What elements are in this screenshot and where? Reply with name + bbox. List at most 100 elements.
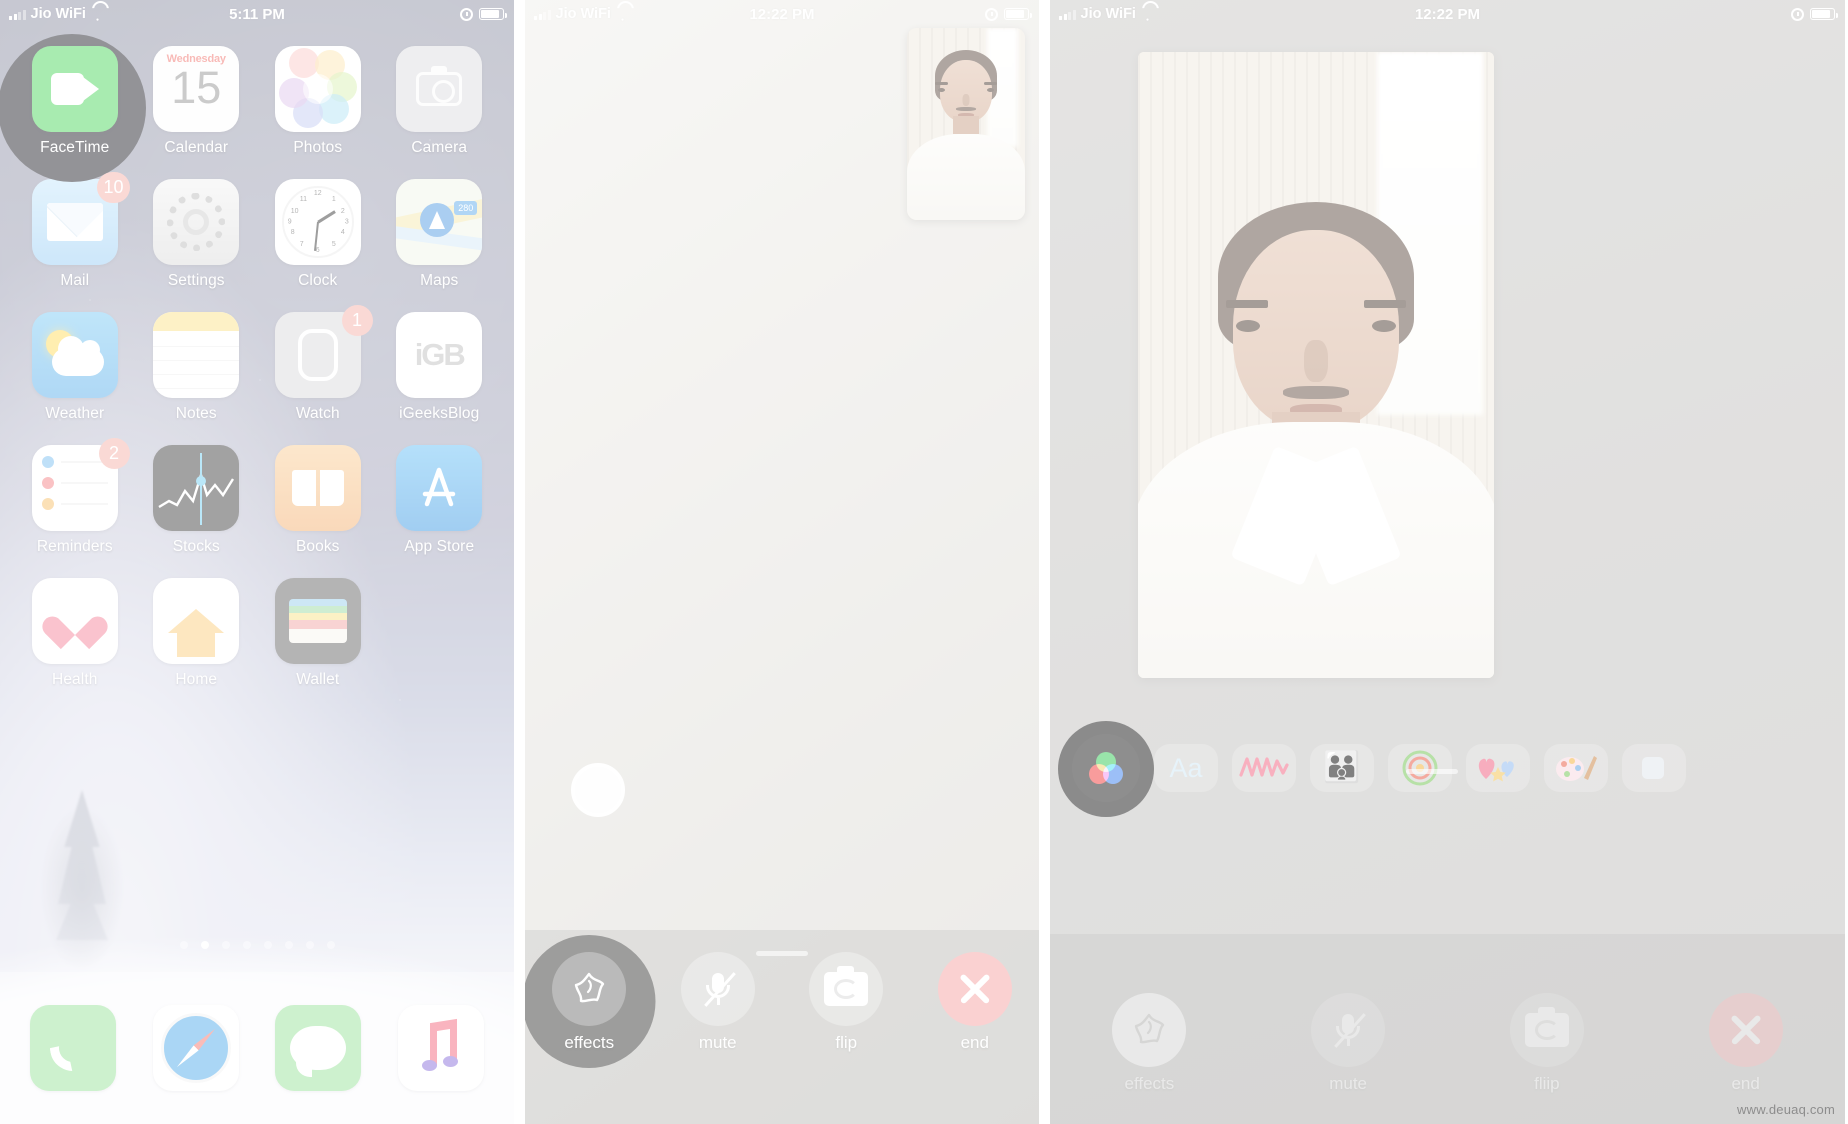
page-dots[interactable] [0,941,514,949]
effects-picker-row: Aa 👪 [1050,721,1845,817]
fx-art[interactable] [1544,744,1608,792]
page-dot[interactable] [242,941,251,949]
app-clock[interactable]: 12 3 6 9 11 1 2 4 5 7 8 10 Clock [257,179,379,290]
page-dot[interactable] [221,941,230,949]
music-note-icon[interactable] [397,1005,484,1091]
fx-filters[interactable] [1072,734,1140,802]
app-reminders[interactable]: 2 Reminders [14,438,136,556]
messages-bubble-icon[interactable] [275,1005,362,1091]
neon-scribble-icon [1239,757,1289,777]
safari-compass-icon[interactable] [152,1005,239,1091]
battery-icon [1004,8,1032,20]
facetime-icon [31,46,118,132]
app-label: App Store [404,538,475,555]
alarm-clock-icon [1791,7,1804,21]
page-dot[interactable] [284,941,293,949]
app-label: FaceTime [40,139,110,156]
control-flip[interactable]: flip [794,952,898,1053]
app-label: iGeeksBlog [399,405,480,422]
app-mail[interactable]: 10 Mail [14,172,136,290]
self-view-large[interactable] [1138,52,1494,678]
app-label: Reminders [36,538,113,555]
target-sticker-icon [1402,750,1438,786]
page-dot[interactable] [305,941,314,949]
control-effects[interactable]: effects [525,935,656,1068]
status-bar-call: Jio WiFi 12:22 PM [525,0,1039,28]
app-health[interactable]: Health [14,578,136,689]
app-label: Camera [411,139,468,156]
app-weather[interactable]: Weather [14,312,136,423]
fx-text[interactable]: Aa [1154,744,1218,792]
status-time: 12:22 PM [749,5,815,23]
igeeksblog-icon: iGB [396,312,483,398]
app-label: Watch [295,405,340,422]
status-badge: 2 [98,438,130,469]
alarm-clock-icon [460,7,473,21]
books-icon [274,445,361,531]
fx-stickers[interactable] [1388,744,1452,792]
clock-icon: 12 3 6 9 11 1 2 4 5 7 8 10 [274,179,361,265]
app-grid: FaceTime Wednesday 15 Calendar Photos Ca… [0,34,514,689]
fx-emoji[interactable] [1466,744,1530,792]
alarm-clock-icon [985,7,998,21]
effects-control-tray [1050,934,1845,1124]
battery-icon [1810,8,1838,20]
panel-facetime-call: Jio WiFi 12:22 PM [525,0,1039,1124]
settings-gear-icon [153,179,240,265]
control-label: effects [564,1033,615,1052]
page-dot[interactable] [326,941,335,949]
app-label: Books [295,538,340,555]
control-end-call[interactable]: end [923,952,1027,1053]
maps-road-label: 280 [454,201,478,215]
stocks-chart [158,453,235,525]
app-label: Mail [60,272,90,289]
camera-icon [396,46,483,132]
app-settings[interactable]: Settings [136,179,258,290]
panel-divider [514,0,525,1124]
app-maps[interactable]: 280 Maps [379,179,501,290]
app-facetime[interactable]: FaceTime [0,34,146,182]
rgb-filters-icon [1089,752,1123,784]
memoji-faces-icon: 👪 [1323,751,1361,784]
app-label: Calendar [164,139,229,156]
stocks-icon [153,445,240,531]
shutter-button[interactable] [571,763,625,817]
app-books[interactable]: Books [257,445,379,556]
app-watch[interactable]: 1 Watch [257,305,379,423]
control-mute[interactable]: mute [666,952,770,1053]
app-camera[interactable]: Camera [379,46,501,157]
status-time: 12:22 PM [1414,5,1481,23]
fx-more[interactable] [1622,744,1686,792]
page-dot[interactable] [263,941,272,949]
fx-memoji[interactable]: 👪 [1310,744,1374,792]
app-photos[interactable]: Photos [257,46,379,157]
app-appstore[interactable]: App Store [379,445,501,556]
app-igeeksblog[interactable]: iGB iGeeksBlog [379,312,501,423]
palette-sticker-icon [1556,756,1597,781]
self-view-pip[interactable] [907,28,1025,220]
phone-icon[interactable] [30,1005,117,1091]
effects-tray-drag-handle[interactable] [1406,769,1458,774]
app-wallet[interactable]: Wallet [257,578,379,689]
app-empty-slot [379,578,501,689]
mic-muted-icon [680,952,755,1026]
app-notes[interactable]: Notes [136,312,258,423]
control-label: mute [698,1033,737,1052]
page-dot[interactable] [179,941,188,949]
app-calendar[interactable]: Wednesday 15 Calendar [136,46,258,157]
page-dot-active[interactable] [200,941,209,949]
app-stocks[interactable]: Stocks [136,445,258,556]
maps-icon: 280 [396,179,483,265]
app-label: Notes [175,405,217,422]
app-label: Clock [298,272,338,289]
fx-shapes[interactable] [1232,744,1296,792]
three-panel-screenshot: Jio WiFi 5:11 PM FaceTime Wednesday 15 [0,0,1848,1124]
app-home[interactable]: Home [136,578,258,689]
app-label: Health [52,671,98,688]
battery-icon [479,8,507,20]
panel-facetime-effects: Jio WiFi 12:22 PM [1050,0,1845,1124]
status-badge: 1 [341,305,373,336]
dock [0,972,514,1124]
appstore-glyph [423,467,456,507]
tray-drag-handle[interactable] [756,951,808,956]
